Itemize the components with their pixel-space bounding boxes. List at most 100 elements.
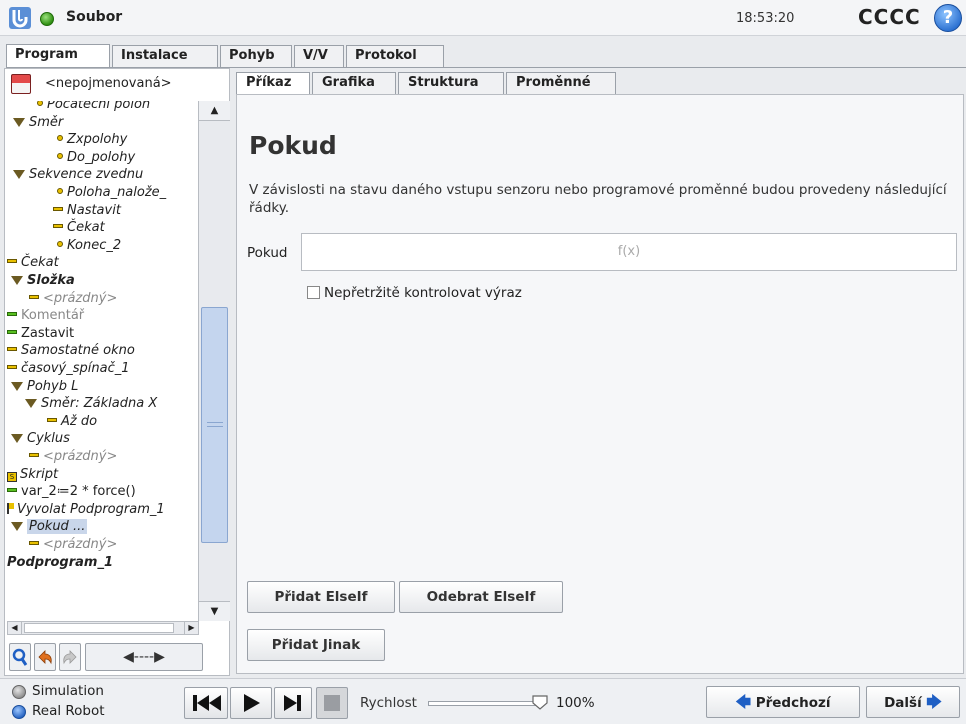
footer-bar: Simulation Real Robot Rychlost 100% 🡄 Př…: [0, 678, 966, 724]
subtab-3[interactable]: Proměnné: [506, 72, 616, 94]
command-green-icon: [7, 329, 17, 334]
tree-node[interactable]: Poloha_nalože_: [57, 184, 166, 202]
add-else-button[interactable]: Přidat Jinak: [247, 629, 385, 661]
tree-node-label: <prázdný>: [43, 290, 118, 306]
tree-node[interactable]: Počáteční poloh: [37, 101, 150, 114]
tree-node[interactable]: Cyklus: [11, 430, 70, 448]
program-name: <nepojmenovaná>: [45, 76, 172, 91]
tree-node[interactable]: Samostatné okno: [7, 342, 135, 360]
tab-instalace[interactable]: Instalace: [112, 45, 218, 67]
tree-node[interactable]: Složka: [11, 272, 75, 290]
expression-label: Pokud: [247, 245, 288, 261]
scroll-thumb[interactable]: [201, 307, 228, 543]
tree-node[interactable]: Pokud ...: [11, 518, 88, 536]
subtab-2[interactable]: Struktura: [398, 72, 504, 94]
tree-node[interactable]: <prázdný>: [29, 448, 117, 466]
tab-v-v[interactable]: V/V: [294, 45, 344, 67]
subtab-0[interactable]: Příkaz: [236, 72, 310, 94]
help-icon[interactable]: ?: [934, 4, 962, 32]
continuous-check-row[interactable]: Nepřetržitě kontrolovat výraz: [307, 285, 522, 301]
command-icon: [53, 224, 63, 229]
tree-node-label: Zxpolohy: [67, 132, 128, 148]
arrow-right-icon: 🡆: [926, 693, 942, 711]
file-menu[interactable]: Soubor: [66, 9, 122, 25]
rewind-icon: [193, 695, 221, 711]
command-icon: [53, 206, 63, 211]
search-icon[interactable]: [9, 643, 31, 671]
subprogram-call-icon: [7, 502, 14, 514]
expand-triangle-icon: [13, 170, 25, 180]
scroll-left-icon[interactable]: ◀: [8, 622, 22, 634]
speed-slider-knob[interactable]: [531, 693, 549, 711]
speed-slider[interactable]: [428, 701, 540, 706]
tree-node[interactable]: Do_polohy: [57, 149, 135, 167]
remove-elseif-button[interactable]: Odebrat ElseIf: [399, 581, 563, 613]
tree-node[interactable]: Zastavit: [7, 325, 74, 343]
step-button[interactable]: [274, 687, 312, 719]
stop-icon: [324, 695, 340, 711]
tree-node[interactable]: Podprogram_1: [7, 554, 113, 572]
tree-node[interactable]: Čekat: [53, 219, 105, 237]
tree-node[interactable]: Čekat: [7, 254, 59, 272]
tree-horizontal-scrollbar[interactable]: ◀ ▶: [7, 621, 199, 635]
tree-node[interactable]: Směr: Základna X: [25, 395, 157, 413]
tree-node[interactable]: časový_spínač_1: [7, 360, 130, 378]
real-robot-label[interactable]: Real Robot: [32, 703, 105, 719]
tree-node[interactable]: S Skript: [7, 466, 58, 484]
clock: 18:53:20: [736, 11, 795, 26]
tree-vertical-scrollbar[interactable]: ▲ ▼: [198, 101, 230, 621]
tree-node-label: Vyvolat Podprogram_1: [17, 501, 165, 517]
save-icon[interactable]: [11, 74, 31, 94]
simulation-radio[interactable]: [12, 685, 26, 699]
tree-node-label: Zastavit: [21, 325, 75, 341]
tree-node-label: Počáteční poloh: [47, 101, 151, 112]
tab-pohyb[interactable]: Pohyb: [220, 45, 292, 67]
expression-input[interactable]: f(x): [301, 233, 957, 271]
previous-button[interactable]: 🡄 Předchozí: [706, 686, 860, 718]
expand-triangle-icon: [25, 399, 37, 409]
tab-program[interactable]: Program: [6, 44, 110, 68]
tree-node[interactable]: var_2≔2 * force(): [7, 483, 136, 501]
tree-node-label: Až do: [61, 413, 98, 429]
command-icon: [29, 294, 39, 299]
tree-node[interactable]: Komentář: [7, 307, 84, 325]
simulation-label[interactable]: Simulation: [32, 683, 104, 699]
tree-toolbar: ◀‑‑‑‑▶: [9, 643, 225, 673]
tree-node-label: Sekvence zvednu: [29, 167, 144, 183]
add-elseif-button[interactable]: Přidat ElseIf: [247, 581, 395, 613]
tree-node[interactable]: Sekvence zvednu: [13, 166, 143, 184]
file-status-icon[interactable]: [40, 12, 54, 26]
tree-node[interactable]: Nastavit: [53, 202, 121, 220]
stop-button[interactable]: [316, 687, 348, 719]
tree-node-label: Samostatné okno: [21, 343, 135, 359]
scroll-up-icon[interactable]: ▲: [199, 101, 230, 121]
command-icon: [47, 417, 57, 422]
rewind-button[interactable]: [184, 687, 228, 719]
program-tree[interactable]: Počáteční poloh Směr Zxpolohy Do_polohy Sekv…: [7, 101, 197, 621]
real-robot-radio[interactable]: [12, 705, 26, 719]
ur-logo-icon: [9, 7, 31, 29]
next-button[interactable]: Další 🡆: [866, 686, 960, 718]
continuous-check-checkbox[interactable]: [307, 286, 320, 299]
tree-node[interactable]: <prázdný>: [29, 536, 117, 554]
tree-node[interactable]: Až do: [47, 413, 97, 431]
scroll-right-icon[interactable]: ▶: [184, 622, 198, 634]
move-arrows-icon[interactable]: ◀‑‑‑‑▶: [85, 643, 203, 671]
tree-node-label: Pokud ...: [27, 519, 88, 535]
hscroll-thumb[interactable]: [24, 623, 174, 633]
tree-node[interactable]: Konec_2: [57, 237, 121, 255]
subtab-1[interactable]: Grafika: [312, 72, 396, 94]
scroll-down-icon[interactable]: ▼: [199, 601, 230, 621]
tree-node[interactable]: <prázdný>: [29, 290, 117, 308]
tab-protokol[interactable]: Protokol: [346, 45, 444, 67]
play-button[interactable]: [230, 687, 272, 719]
step-icon: [284, 695, 301, 711]
tree-node-label: Čekat: [67, 220, 105, 236]
tree-node[interactable]: Směr: [13, 114, 63, 132]
undo-icon[interactable]: [34, 643, 56, 671]
redo-icon[interactable]: [59, 643, 81, 671]
tree-node[interactable]: Pohyb L: [11, 378, 78, 396]
command-icon: [7, 365, 17, 369]
tree-node[interactable]: Vyvolat Podprogram_1: [7, 501, 165, 519]
tree-node[interactable]: Zxpolohy: [57, 131, 127, 149]
